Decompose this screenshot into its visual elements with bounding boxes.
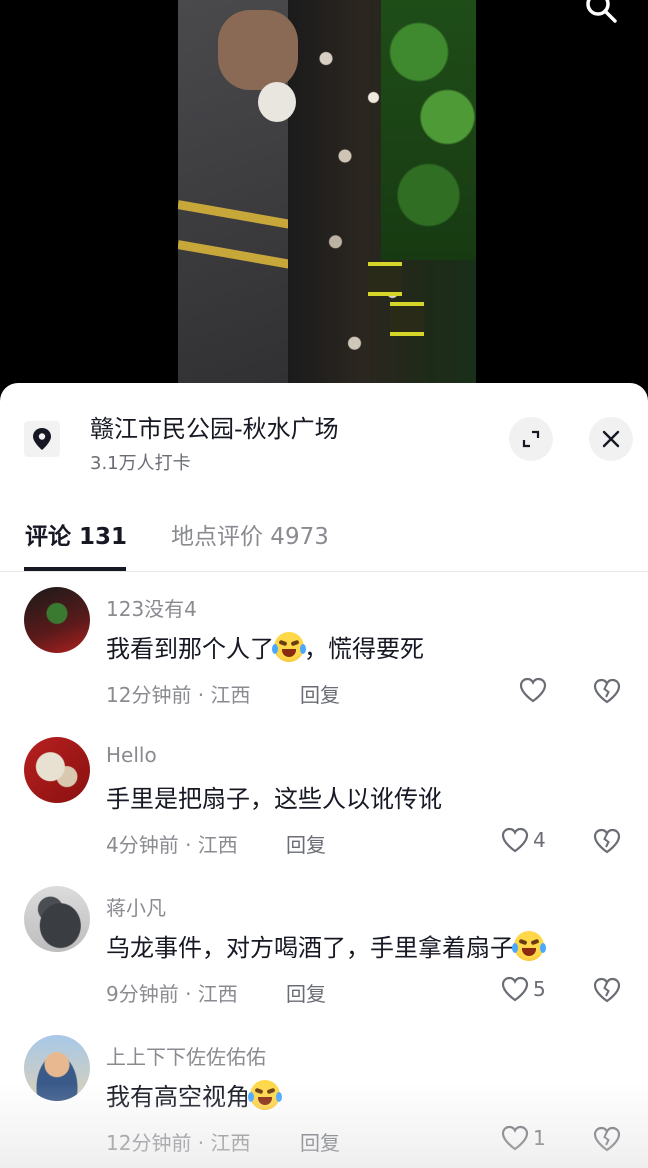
location-checkin-count: 3.1万人打卡 [90, 453, 191, 474]
crying-laughing-emoji-icon [248, 1080, 282, 1110]
comment-time-location: 12分钟前 · 江西 [106, 683, 251, 707]
close-icon [602, 430, 620, 448]
heart-icon [501, 976, 529, 1002]
comment-text: 我有高空视角 [106, 1077, 282, 1112]
comment-text-part: 乌龙事件，对方喝酒了，手里拿着扇子 [106, 934, 514, 962]
comment-item: 上上下下佐佐佑佑 我有高空视角 12分钟前 · 江西 回复 1 [0, 1035, 648, 1168]
broken-heart-icon[interactable] [592, 677, 622, 705]
video-police-vest [390, 302, 424, 336]
comment-text-part: 手里是把扇子，这些人以讹传讹 [106, 785, 442, 813]
video-helmet [258, 82, 296, 122]
broken-heart-icon[interactable] [592, 1125, 622, 1153]
heart-icon [501, 1125, 529, 1151]
comment-text-part: 我有高空视角 [106, 1083, 250, 1111]
close-button[interactable] [589, 417, 633, 461]
crying-laughing-emoji-icon [272, 632, 306, 662]
location-pin-icon [24, 421, 60, 457]
comment-text-part: ，慌得要死 [304, 635, 424, 663]
like-button[interactable] [518, 675, 551, 705]
broken-heart-icon[interactable] [592, 976, 622, 1004]
heart-icon [501, 827, 529, 853]
video-trees [381, 0, 476, 260]
like-button[interactable]: 5 [500, 974, 546, 1004]
location-header: 赣江市民公园-秋水广场 3.1万人打卡 [0, 383, 648, 493]
comment-username[interactable]: Hello [106, 743, 157, 767]
like-button[interactable]: 1 [500, 1123, 546, 1153]
video-police-vest [368, 262, 402, 296]
avatar[interactable] [24, 587, 90, 653]
search-icon[interactable] [584, 0, 618, 26]
tab-comments[interactable]: 评论 131 [25, 517, 127, 551]
video-player[interactable] [0, 0, 648, 400]
comment-username[interactable]: 123没有4 [106, 593, 197, 622]
comment-item: 123没有4 我看到那个人了 ，慌得要死 12分钟前 · 江西 回复 [0, 587, 648, 727]
video-frame[interactable] [178, 0, 476, 390]
video-person [218, 10, 298, 90]
reply-button[interactable]: 回复 [300, 679, 340, 708]
comment-text-part: 我看到那个人了 [106, 635, 274, 663]
comment-time-location: 12分钟前 · 江西 [106, 1131, 251, 1155]
tab-bar: 评论 131 地点评价 4973 [0, 513, 648, 572]
comment-text: 乌龙事件，对方喝酒了，手里拿着扇子 [106, 928, 546, 963]
expand-button[interactable] [509, 417, 553, 461]
crying-laughing-emoji-icon [512, 931, 546, 961]
avatar[interactable] [24, 737, 90, 803]
comment-item: 蒋小凡 乌龙事件，对方喝酒了，手里拿着扇子 9分钟前 · 江西 回复 5 [0, 886, 648, 1026]
broken-heart-icon[interactable] [592, 827, 622, 855]
location-comments-panel: 赣江市民公园-秋水广场 3.1万人打卡 评论 131 地点评价 4973 123… [0, 383, 648, 1168]
tab-active-indicator [24, 567, 126, 571]
comment-text: 手里是把扇子，这些人以讹传讹 [106, 779, 442, 814]
reply-button[interactable]: 回复 [300, 1127, 340, 1156]
reply-button[interactable]: 回复 [286, 978, 326, 1007]
like-count: 5 [533, 977, 546, 1001]
comment-username[interactable]: 蒋小凡 [106, 892, 166, 921]
reply-button[interactable]: 回复 [286, 829, 326, 858]
comment-time-location: 4分钟前 · 江西 [106, 833, 238, 857]
expand-icon [522, 430, 540, 448]
like-count: 4 [533, 828, 546, 852]
comment-item: Hello 手里是把扇子，这些人以讹传讹 4分钟前 · 江西 回复 4 [0, 737, 648, 877]
like-count: 1 [533, 1126, 546, 1150]
heart-icon [519, 677, 547, 703]
avatar[interactable] [24, 886, 90, 952]
avatar[interactable] [24, 1035, 90, 1101]
comment-username[interactable]: 上上下下佐佐佑佑 [106, 1041, 266, 1070]
tab-location-reviews[interactable]: 地点评价 4973 [171, 517, 329, 551]
comment-time-location: 9分钟前 · 江西 [106, 982, 238, 1006]
location-name[interactable]: 赣江市民公园-秋水广场 [90, 409, 339, 444]
like-button[interactable]: 4 [500, 825, 546, 855]
comment-text: 我看到那个人了 ，慌得要死 [106, 629, 424, 664]
